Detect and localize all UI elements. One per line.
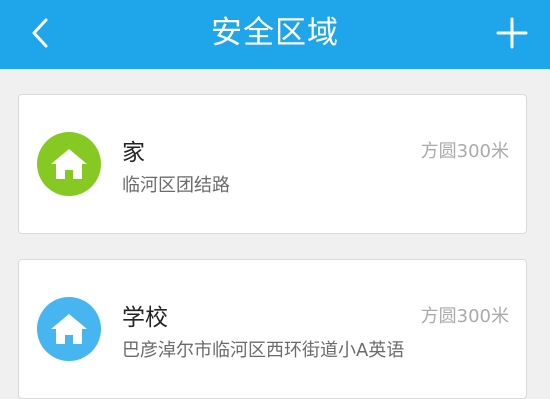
back-button[interactable] [18,12,62,56]
zone-radius: 方圆300米 [420,306,509,327]
safe-zone-card-school[interactable]: 学校 巴彦淖尔市临河区西环街道小A英语 方圆300米 [18,259,527,399]
add-zone-button[interactable] [490,12,534,56]
zone-name: 家 [122,140,145,166]
home-icon [51,149,87,179]
plus-icon [496,17,528,49]
zone-radius: 方圆300米 [420,141,509,162]
zone-name: 学校 [122,305,168,331]
zone-avatar [37,297,101,361]
zone-address: 巴彦淖尔市临河区西环街道小A英语 [122,340,405,361]
zone-avatar [37,132,101,196]
zone-address: 临河区团结路 [122,175,230,196]
app-header: 安全区域 [0,0,550,69]
chevron-left-icon [32,18,48,48]
home-icon [51,314,87,344]
page-title: 安全区域 [211,15,339,51]
safe-zone-card-home[interactable]: 家 临河区团结路 方圆300米 [18,94,527,234]
